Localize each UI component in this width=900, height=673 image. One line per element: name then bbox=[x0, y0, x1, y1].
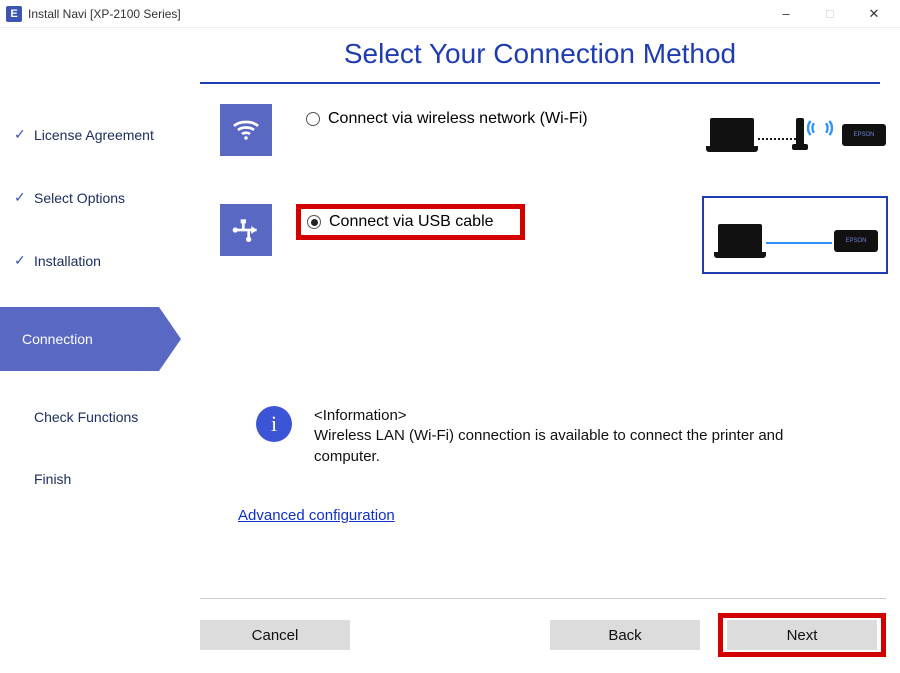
option-wifi[interactable]: Connect via wireless network (Wi-Fi) bbox=[296, 104, 598, 134]
signal-waves-icon bbox=[806, 114, 834, 142]
laptop-icon bbox=[714, 224, 766, 260]
illustration-wifi: EPSON bbox=[702, 88, 888, 160]
option-usb[interactable]: Connect via USB cable bbox=[296, 204, 525, 240]
cancel-button[interactable]: Cancel bbox=[200, 620, 350, 650]
wizard-steps-sidebar: ✓ License Agreement ✓ Select Options ✓ I… bbox=[0, 84, 180, 644]
step-license-agreement: ✓ License Agreement bbox=[0, 118, 180, 151]
radio-unselected-icon[interactable] bbox=[306, 112, 320, 126]
maximize-button: □ bbox=[808, 0, 852, 28]
title-bar: E Install Navi [XP-2100 Series] – □ ✕ bbox=[0, 0, 900, 28]
step-check-functions: Check Functions bbox=[0, 401, 180, 433]
usb-cable-line bbox=[766, 242, 832, 244]
content-pane: Connect via wireless network (Wi-Fi) Con… bbox=[180, 84, 900, 644]
next-button[interactable]: Next bbox=[727, 620, 877, 650]
step-select-options: ✓ Select Options bbox=[0, 181, 180, 214]
check-icon: ✓ bbox=[14, 189, 28, 206]
printer-icon: EPSON bbox=[842, 124, 886, 146]
info-heading: <Information> bbox=[314, 406, 846, 426]
wifi-icon bbox=[220, 104, 272, 156]
laptop-icon bbox=[706, 118, 758, 154]
app-icon: E bbox=[6, 6, 22, 22]
info-body: Wireless LAN (Wi-Fi) connection is avail… bbox=[314, 426, 846, 467]
page-title: Select Your Connection Method bbox=[200, 28, 880, 82]
radio-selected-icon[interactable] bbox=[307, 215, 321, 229]
back-button[interactable]: Back bbox=[550, 620, 700, 650]
step-label: Connection bbox=[22, 331, 93, 347]
step-label: Finish bbox=[34, 471, 71, 487]
info-icon: i bbox=[256, 406, 292, 442]
information-panel: i <Information> Wireless LAN (Wi-Fi) con… bbox=[220, 406, 886, 467]
usb-icon bbox=[220, 204, 272, 256]
step-label: Installation bbox=[34, 253, 101, 269]
close-button[interactable]: ✕ bbox=[852, 0, 896, 28]
step-label: Select Options bbox=[34, 190, 125, 206]
next-button-highlight: Next bbox=[718, 613, 886, 657]
step-finish: Finish bbox=[0, 463, 180, 495]
check-icon: ✓ bbox=[14, 126, 28, 143]
minimize-button[interactable]: – bbox=[764, 0, 808, 28]
advanced-configuration-link[interactable]: Advanced configuration bbox=[238, 507, 395, 524]
window-title: Install Navi [XP-2100 Series] bbox=[28, 7, 181, 21]
step-installation: ✓ Installation bbox=[0, 244, 180, 277]
step-label: Check Functions bbox=[34, 409, 138, 425]
option-usb-label: Connect via USB cable bbox=[329, 213, 494, 231]
footer-button-bar: Cancel Back Next bbox=[200, 598, 886, 657]
window-controls: – □ ✕ bbox=[764, 0, 896, 28]
step-connection: Connection bbox=[0, 307, 180, 371]
router-icon bbox=[796, 118, 804, 150]
step-label: License Agreement bbox=[34, 127, 154, 143]
option-wifi-label: Connect via wireless network (Wi-Fi) bbox=[328, 110, 588, 128]
check-icon: ✓ bbox=[14, 252, 28, 269]
connection-dots bbox=[758, 138, 796, 140]
printer-icon: EPSON bbox=[834, 230, 878, 252]
illustration-usb: EPSON bbox=[702, 196, 888, 274]
